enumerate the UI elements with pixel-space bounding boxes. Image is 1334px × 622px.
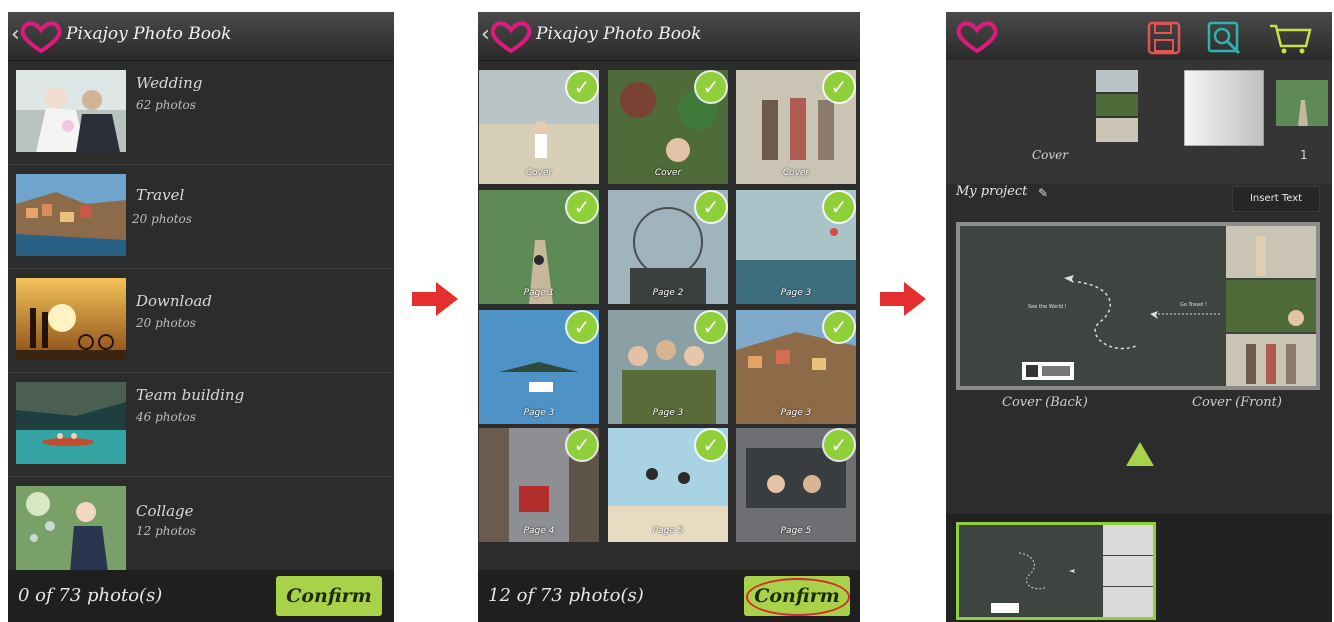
page-thumbnail[interactable] — [1276, 80, 1328, 126]
photo-tile[interactable]: Page 5 ✓ — [608, 428, 728, 542]
photo-tile[interactable]: Page 1 ✓ — [479, 190, 599, 304]
checkmark-icon[interactable]: ✓ — [824, 430, 854, 460]
checkmark-icon[interactable]: ✓ — [567, 312, 597, 342]
album-thumbnail — [16, 174, 126, 256]
page-tag: Page 3 — [780, 408, 812, 418]
album-name: Team building — [136, 386, 245, 404]
cover-label: Cover — [1032, 148, 1069, 162]
heart-logo-icon — [956, 21, 998, 54]
selected-layout-thumbnail[interactable] — [956, 522, 1156, 620]
album-count: 46 photos — [136, 410, 196, 424]
confirm-button[interactable]: Confirm — [744, 576, 850, 616]
photo-tile[interactable]: Page 4 ✓ — [479, 428, 599, 542]
selection-footer: 12 of 73 photo(s) Confirm — [478, 570, 860, 622]
album-name: Travel — [136, 186, 185, 204]
save-icon[interactable] — [1146, 20, 1182, 56]
album-thumbnail — [16, 70, 126, 152]
album-screen: ‹ Pixajoy Photo Book Wedding 62 photos T… — [8, 12, 394, 622]
album-name: Wedding — [136, 74, 203, 92]
photo-tile[interactable]: Page 5 ✓ — [736, 428, 856, 542]
checkmark-icon[interactable]: ✓ — [696, 430, 726, 460]
cover-front-page[interactable] — [1226, 226, 1316, 386]
selection-count: 0 of 73 photo(s) — [18, 585, 163, 606]
cover-spread[interactable]: See the World ! Go Travel ! — [956, 222, 1320, 390]
photo-tile[interactable]: Cover ✓ — [736, 70, 856, 184]
photo-tile[interactable]: Cover ✓ — [608, 70, 728, 184]
album-thumbnail — [16, 278, 126, 360]
heart-logo-icon — [490, 21, 532, 54]
cover-front-label: Cover (Front) — [1192, 395, 1282, 410]
app-title: Pixajoy Photo Book — [66, 24, 232, 44]
album-item-wedding[interactable]: Wedding 62 photos — [8, 60, 394, 165]
album-item-collage[interactable]: Collage 12 photos — [8, 476, 394, 572]
checkmark-icon[interactable]: ✓ — [696, 192, 726, 222]
expand-up-triangle-icon[interactable] — [1126, 442, 1154, 466]
heart-logo-icon — [20, 21, 62, 54]
photo-tile[interactable]: Cover ✓ — [479, 70, 599, 184]
insert-text-button[interactable]: Insert Text — [1232, 186, 1320, 212]
checkmark-icon[interactable]: ✓ — [567, 72, 597, 102]
page-tag: Page 4 — [523, 526, 555, 536]
selection-footer: 0 of 73 photo(s) Confirm — [8, 570, 394, 622]
album-item-download[interactable]: Download 20 photos — [8, 268, 394, 373]
cart-icon[interactable] — [1268, 20, 1312, 56]
checkmark-icon[interactable]: ✓ — [696, 312, 726, 342]
edit-pencil-icon[interactable]: ✎ — [1038, 186, 1048, 200]
preview-icon[interactable] — [1206, 20, 1242, 56]
photo-tile[interactable]: Page 2 ✓ — [608, 190, 728, 304]
page-tag: Page 3 — [523, 408, 555, 418]
app-title: Pixajoy Photo Book — [536, 24, 702, 44]
page-tag: Page 2 — [652, 288, 684, 298]
next-step-arrow-icon — [412, 282, 458, 316]
album-thumbnail — [16, 382, 126, 464]
album-name: Download — [136, 292, 212, 310]
checkmark-icon[interactable]: ✓ — [824, 312, 854, 342]
album-count: 20 photos — [136, 316, 196, 330]
photo-tile[interactable]: Page 3 ✓ — [479, 310, 599, 424]
checkmark-icon[interactable]: ✓ — [567, 192, 597, 222]
photo-select-screen: ‹ Pixajoy Photo Book Cover ✓ Cover ✓ Cov… — [478, 12, 860, 622]
page-tag: Cover — [782, 168, 810, 178]
page-number: 1 — [1300, 148, 1308, 162]
page-tag: Cover — [525, 168, 553, 178]
selection-count: 12 of 73 photo(s) — [488, 585, 644, 606]
album-name: Collage — [136, 502, 194, 520]
cover-back-page[interactable]: See the World ! Go Travel ! — [960, 226, 1226, 386]
checkmark-icon[interactable]: ✓ — [567, 430, 597, 460]
app-bar — [946, 12, 1332, 61]
next-step-arrow-icon — [880, 282, 926, 316]
cover-thumbnail[interactable] — [1096, 70, 1138, 142]
page-tag: Page 3 — [780, 288, 812, 298]
album-item-team-building[interactable]: Team building 46 photos — [8, 372, 394, 477]
page-tag: Cover — [654, 168, 682, 178]
page-thumbnail-strip — [946, 60, 1332, 184]
app-bar: ‹ Pixajoy Photo Book — [8, 12, 394, 61]
checkmark-icon[interactable]: ✓ — [824, 72, 854, 102]
checkmark-icon[interactable]: ✓ — [696, 72, 726, 102]
app-bar: ‹ Pixajoy Photo Book — [478, 12, 860, 61]
book-editor-screen: Cover 1 My project ✎ Insert Text See the… — [946, 12, 1332, 622]
page-tag: Page 5 — [780, 526, 812, 536]
album-count: 12 photos — [136, 524, 196, 538]
album-item-travel[interactable]: Travel 20 photos — [8, 164, 394, 269]
checkmark-icon[interactable]: ✓ — [824, 192, 854, 222]
cover-back-label: Cover (Back) — [1002, 395, 1088, 410]
photo-tile[interactable]: Page 3 ✓ — [608, 310, 728, 424]
album-count: 20 photos — [132, 212, 192, 226]
page-thumbnail[interactable] — [1184, 70, 1264, 146]
photo-tile[interactable]: Page 3 ✓ — [736, 310, 856, 424]
project-name: My project — [956, 184, 1028, 199]
page-tag: Page 1 — [523, 288, 555, 298]
layout-strip — [946, 514, 1332, 622]
spread-caption-left: See the World ! — [1028, 304, 1067, 310]
album-count: 62 photos — [136, 98, 196, 112]
spread-caption-right: Go Travel ! — [1180, 302, 1207, 308]
photo-tile[interactable]: Page 3 ✓ — [736, 190, 856, 304]
page-tag: Page 3 — [652, 408, 684, 418]
page-tag: Page 5 — [652, 526, 684, 536]
album-thumbnail — [16, 486, 126, 572]
confirm-button[interactable]: Confirm — [276, 576, 382, 616]
